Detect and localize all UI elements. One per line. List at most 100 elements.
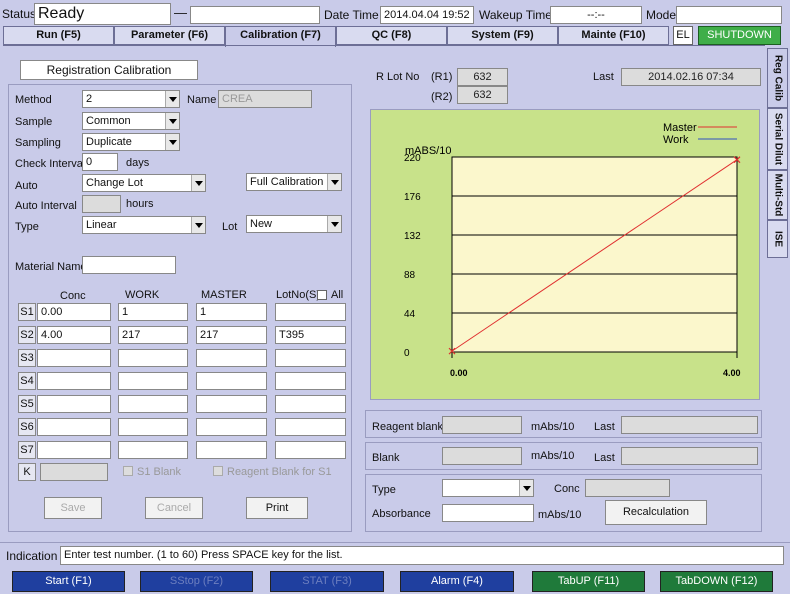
rlot-label: R Lot No bbox=[376, 71, 420, 83]
master-input[interactable] bbox=[196, 441, 267, 459]
el-indicator[interactable]: EL bbox=[673, 26, 693, 45]
work-input[interactable] bbox=[118, 349, 188, 367]
reagent-blank-last-label: Last bbox=[594, 421, 615, 433]
k-label: K bbox=[18, 463, 36, 481]
tabdown-button[interactable]: TabDOWN (F12) bbox=[660, 571, 773, 592]
datetime-value: 2014.04.04 19:52 bbox=[380, 6, 474, 24]
material-name-label: Material Name bbox=[15, 261, 87, 273]
conc-value bbox=[585, 479, 670, 497]
save-button[interactable]: Save bbox=[44, 497, 102, 519]
cancel-button[interactable]: Cancel bbox=[145, 497, 203, 519]
work-input[interactable] bbox=[118, 395, 188, 413]
chevron-down-icon bbox=[165, 134, 179, 150]
type-label: Type bbox=[15, 221, 39, 233]
method-label: Method bbox=[15, 94, 52, 106]
absorbance-unit: mAbs/10 bbox=[538, 509, 582, 521]
conc-input[interactable]: 4.00 bbox=[37, 326, 111, 344]
col-lotno: LotNo(S) bbox=[276, 289, 321, 301]
conc-input[interactable] bbox=[37, 418, 111, 436]
work-input[interactable] bbox=[118, 372, 188, 390]
tab-parameter[interactable]: Parameter (F6) bbox=[114, 26, 225, 45]
tab-mainte[interactable]: Mainte (F10) bbox=[558, 26, 669, 45]
lot-input[interactable]: T395 bbox=[275, 326, 346, 344]
method-select[interactable]: 2 bbox=[82, 90, 180, 108]
master-input[interactable]: 217 bbox=[196, 326, 267, 344]
lot-input[interactable] bbox=[275, 395, 346, 413]
absorbance-input[interactable] bbox=[442, 504, 534, 522]
std-row-label: S4 bbox=[18, 372, 36, 390]
alarm-button[interactable]: Alarm (F4) bbox=[400, 571, 514, 592]
sample-select[interactable]: Common bbox=[82, 112, 180, 130]
last-label: Last bbox=[593, 71, 614, 83]
work-input[interactable]: 217 bbox=[118, 326, 188, 344]
status-value: Ready bbox=[34, 3, 171, 25]
lot-input[interactable] bbox=[275, 372, 346, 390]
side-tab-serial-dilut[interactable]: Serial Dilut bbox=[767, 108, 788, 170]
lot-label: Lot bbox=[222, 221, 238, 233]
auto-select[interactable]: Change Lot bbox=[82, 174, 206, 192]
chevron-down-icon bbox=[165, 113, 179, 129]
check-interval-input[interactable]: 0 bbox=[82, 153, 118, 171]
conc-input[interactable]: 0.00 bbox=[37, 303, 111, 321]
side-tab-ise[interactable]: ISE bbox=[767, 220, 788, 258]
blank-last-label: Last bbox=[594, 452, 615, 464]
master-input[interactable] bbox=[196, 395, 267, 413]
recalc-type-select[interactable] bbox=[442, 479, 534, 497]
k-input bbox=[40, 463, 108, 481]
master-input[interactable] bbox=[196, 349, 267, 367]
work-input[interactable] bbox=[118, 441, 188, 459]
lot-input[interactable] bbox=[275, 303, 346, 321]
name-label: Name bbox=[187, 94, 217, 106]
master-input[interactable]: 1 bbox=[196, 303, 267, 321]
chevron-down-icon bbox=[191, 217, 205, 233]
y-tick-label: 44 bbox=[404, 309, 416, 320]
tab-qc[interactable]: QC (F8) bbox=[336, 26, 447, 45]
std-row-label: S7 bbox=[18, 441, 36, 459]
print-button[interactable]: Print bbox=[246, 497, 308, 519]
work-input[interactable]: 1 bbox=[118, 303, 188, 321]
y-tick-label: 88 bbox=[404, 270, 416, 281]
master-input[interactable] bbox=[196, 372, 267, 390]
sample-label: Sample bbox=[15, 116, 53, 128]
lot-select[interactable]: New bbox=[246, 215, 342, 233]
chevron-down-icon bbox=[191, 175, 205, 191]
lot-input[interactable] bbox=[275, 418, 346, 436]
tabup-button[interactable]: TabUP (F11) bbox=[532, 571, 645, 592]
std-row-label: S3 bbox=[18, 349, 36, 367]
tab-run[interactable]: Run (F5) bbox=[3, 26, 114, 45]
blank-label: Blank bbox=[372, 452, 400, 464]
recalculation-button[interactable]: Recalculation bbox=[605, 500, 707, 525]
start-button[interactable]: Start (F1) bbox=[12, 571, 125, 592]
stat-button[interactable]: STAT (F3) bbox=[270, 571, 384, 592]
all-checkbox[interactable] bbox=[317, 290, 327, 300]
auto-label: Auto bbox=[15, 180, 38, 192]
conc-input[interactable] bbox=[37, 349, 111, 367]
tab-baseline bbox=[3, 45, 765, 46]
absorbance-label: Absorbance bbox=[372, 508, 431, 520]
col-conc: Conc bbox=[60, 290, 86, 302]
work-input[interactable] bbox=[118, 418, 188, 436]
sampling-select[interactable]: Duplicate bbox=[82, 133, 180, 151]
conc-label: Conc bbox=[554, 483, 580, 495]
tab-calibration[interactable]: Calibration (F7) bbox=[225, 26, 336, 47]
side-tab-reg-calib[interactable]: Reg Calib bbox=[767, 48, 788, 108]
side-tab-multi-std[interactable]: Multi-Std bbox=[767, 170, 788, 220]
lot-input[interactable] bbox=[275, 349, 346, 367]
indication-label: Indication bbox=[6, 549, 58, 563]
conc-input[interactable] bbox=[37, 372, 111, 390]
conc-input[interactable] bbox=[37, 441, 111, 459]
indication-text: Enter test number. (1 to 60) Press SPACE… bbox=[60, 546, 784, 565]
type-select[interactable]: Linear bbox=[82, 216, 206, 234]
name-field: CREA bbox=[218, 90, 312, 108]
sstop-button[interactable]: SStop (F2) bbox=[140, 571, 253, 592]
wakeup-value: --:-- bbox=[550, 6, 642, 24]
full-calibration-select[interactable]: Full Calibration bbox=[246, 173, 342, 191]
material-name-input[interactable] bbox=[82, 256, 176, 274]
datetime-label: Date Time bbox=[324, 8, 379, 22]
master-input[interactable] bbox=[196, 418, 267, 436]
lot-input[interactable] bbox=[275, 441, 346, 459]
conc-input[interactable] bbox=[37, 395, 111, 413]
shutdown-button[interactable]: SHUTDOWN bbox=[698, 26, 781, 45]
tab-system[interactable]: System (F9) bbox=[447, 26, 558, 45]
chevron-down-icon bbox=[327, 216, 341, 232]
